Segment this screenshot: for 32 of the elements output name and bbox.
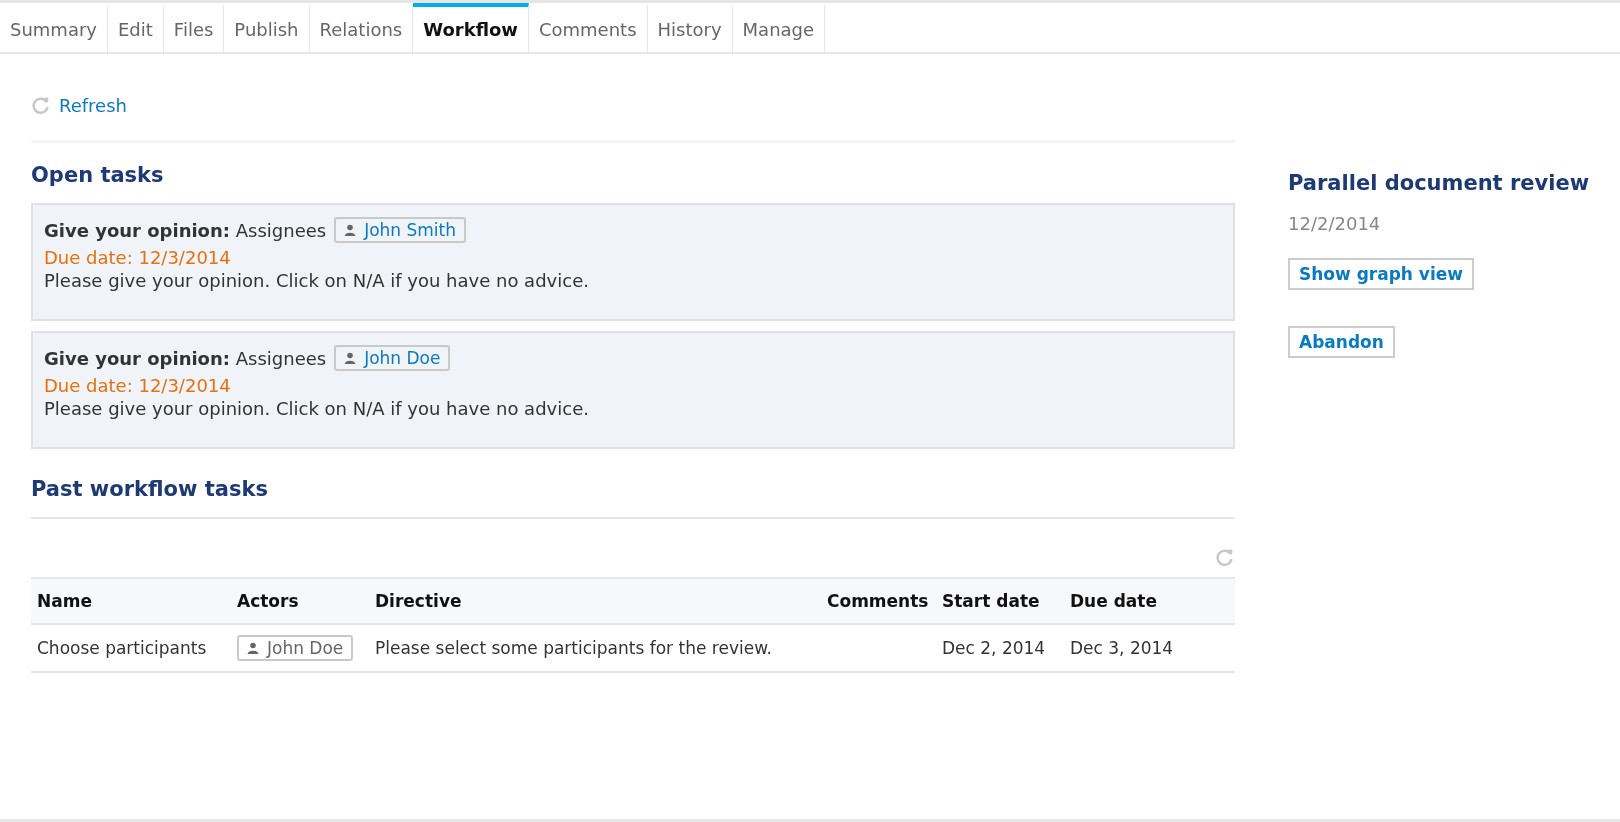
column-header: Name [31, 578, 231, 624]
actor-chip: John Doe [237, 635, 354, 661]
refresh-icon[interactable] [1215, 547, 1235, 567]
task-directive: Please give your opinion. Click on N/A if you have no advice. [44, 270, 590, 291]
task-heading: Give your opinion: Assignees [44, 347, 327, 369]
table-cell: Dec 3, 2014 [1070, 638, 1174, 658]
refresh-icon[interactable] [31, 95, 51, 115]
assignee-chip[interactable]: John Smith [334, 217, 467, 243]
action-button[interactable]: Show graph view [1288, 258, 1474, 290]
workflow-date: 12/2/2014 [1288, 213, 1382, 234]
section-title: Past workflow tasks [31, 477, 269, 501]
column-header: Comments [821, 578, 936, 624]
assignee-chip[interactable]: John Doe [334, 345, 451, 371]
column-header: Actors [231, 578, 369, 624]
person-icon [344, 352, 357, 364]
task-heading: Give your opinion: Assignees [44, 219, 327, 241]
due-date: Due date: 12/3/2014 [44, 375, 232, 396]
column-header: Directive [369, 578, 821, 624]
column-header: Due date [1064, 578, 1235, 624]
column-header: Start date [936, 578, 1064, 624]
table-cell: Dec 2, 2014 [942, 638, 1046, 658]
person-icon [247, 642, 259, 654]
table-cell: Please select some participants for the review. [375, 638, 772, 658]
table-cell: Choose participants [37, 638, 207, 658]
action-button[interactable]: Abandon [1288, 326, 1395, 358]
tab[interactable]: Workflow [413, 3, 529, 52]
task-directive: Please give your opinion. Click on N/A if you have no advice. [44, 398, 590, 419]
refresh-link[interactable]: Refresh [59, 94, 127, 116]
person-icon [344, 224, 357, 236]
section-title: Open tasks [31, 163, 165, 187]
due-date: Due date: 12/3/2014 [44, 247, 232, 268]
workflow-title: Parallel document review [1288, 171, 1591, 195]
